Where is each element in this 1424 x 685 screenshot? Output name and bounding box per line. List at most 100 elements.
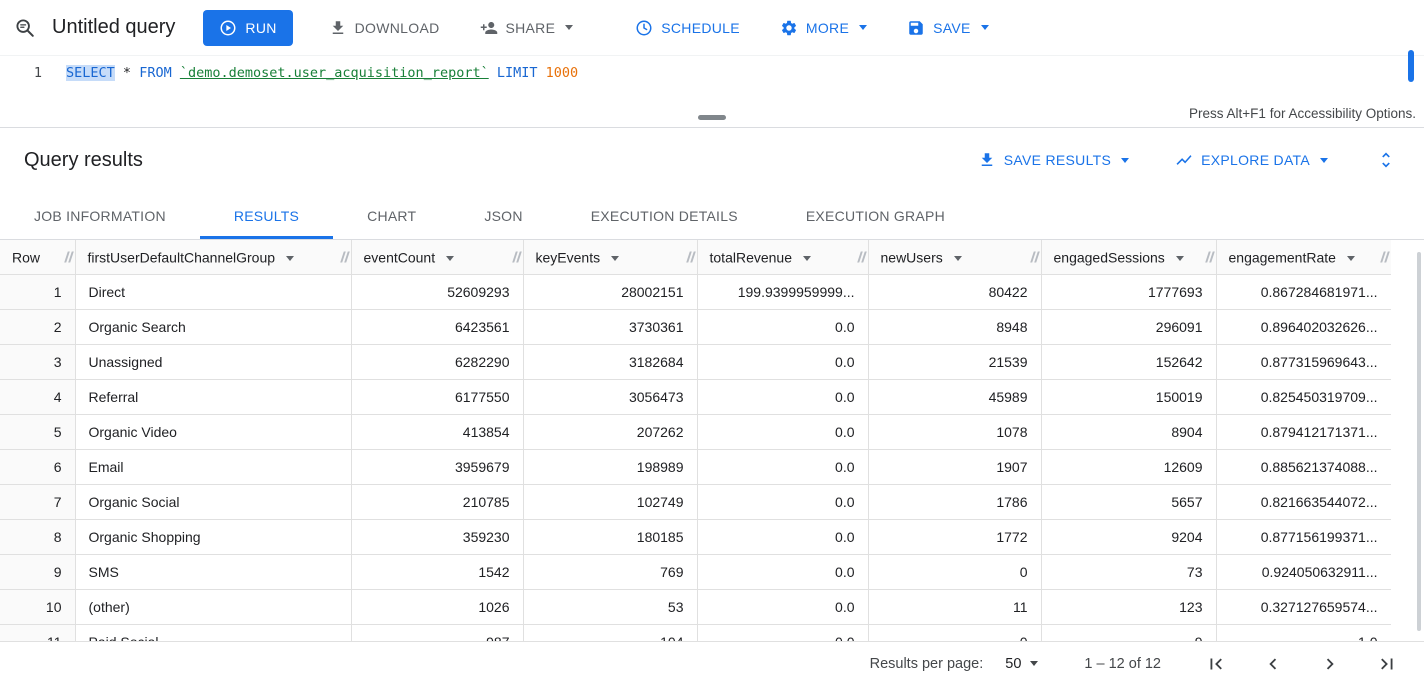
save-results-button[interactable]: SAVE RESULTS [978, 151, 1129, 169]
page-size-select[interactable]: 50 [1005, 656, 1038, 672]
column-menu-icon[interactable] [803, 256, 811, 261]
column-resize-handle[interactable] [64, 251, 73, 262]
table-cell-engagementRate: 0.825450319709... [1216, 379, 1391, 414]
column-resize-handle[interactable] [1205, 251, 1214, 262]
download-button[interactable]: DOWNLOAD [325, 10, 444, 46]
table-cell-totalRevenue: 0.0 [697, 414, 868, 449]
column-resize-handle[interactable] [1030, 251, 1039, 262]
chevron-down-icon [1121, 158, 1129, 163]
column-resize-handle[interactable] [1380, 251, 1389, 262]
table-cell-totalRevenue: 0.0 [697, 554, 868, 589]
tab-job-information[interactable]: JOB INFORMATION [0, 192, 200, 239]
table-cell-eventCount: 6423561 [351, 309, 523, 344]
tab-execution-details[interactable]: EXECUTION DETAILS [557, 192, 772, 239]
line-number: 1 [0, 63, 42, 84]
editor-scrollbar[interactable] [1408, 50, 1414, 82]
column-label: keyEvents [536, 249, 601, 265]
results-panel: RowfirstUserDefaultChannelGroupeventCoun… [0, 240, 1424, 685]
column-resize-handle[interactable] [340, 251, 349, 262]
row-number-cell: 7 [0, 484, 75, 519]
table-cell-newUsers: 0 [868, 554, 1041, 589]
table-cell-eventCount: 1542 [351, 554, 523, 589]
sql-code[interactable]: SELECT * FROM `demo.demoset.user_acquisi… [66, 63, 578, 84]
table-cell-totalRevenue: 0.0 [697, 484, 868, 519]
explore-data-button[interactable]: EXPLORE DATA [1175, 151, 1328, 169]
tab-json[interactable]: JSON [450, 192, 556, 239]
sql-star: * [123, 65, 131, 81]
column-menu-icon[interactable] [1347, 256, 1355, 261]
accessibility-hint: Press Alt+F1 for Accessibility Options. [1189, 106, 1416, 121]
chevron-down-icon [1320, 158, 1328, 163]
column-menu-icon[interactable] [446, 256, 454, 261]
run-label: RUN [245, 20, 276, 36]
table-cell-eventCount: 52609293 [351, 274, 523, 309]
table-cell-eventCount: 6177550 [351, 379, 523, 414]
table-cell-newUsers: 1772 [868, 519, 1041, 554]
table-cell-newUsers: 21539 [868, 344, 1041, 379]
column-menu-icon[interactable] [611, 256, 619, 261]
column-resize-handle[interactable] [857, 251, 866, 262]
previous-page-button[interactable] [1260, 651, 1286, 677]
column-resize-handle[interactable] [512, 251, 521, 262]
sql-editor[interactable]: 1 SELECT * FROM `demo.demoset.user_acqui… [0, 56, 1424, 128]
scrollbar-thumb[interactable] [1417, 252, 1421, 631]
chevron-down-icon [859, 25, 867, 30]
table-header-row: RowfirstUserDefaultChannelGroupeventCoun… [0, 240, 1391, 274]
results-per-page-label: Results per page: [870, 656, 984, 672]
tab-execution-graph[interactable]: EXECUTION GRAPH [772, 192, 979, 239]
table-cell-firstUserDefaultChannelGroup: Referral [75, 379, 351, 414]
run-button[interactable]: RUN [203, 10, 292, 46]
download-label: DOWNLOAD [355, 20, 440, 36]
table-row: 2Organic Search642356137303610.089482960… [0, 309, 1391, 344]
table-cell-engagementRate: 0.867284681971... [1216, 274, 1391, 309]
column-menu-icon[interactable] [1176, 256, 1184, 261]
table-cell-eventCount: 3959679 [351, 449, 523, 484]
page-size-value: 50 [1005, 656, 1021, 672]
table-cell-keyEvents: 53 [523, 589, 697, 624]
line-chart-icon [1175, 151, 1193, 169]
column-header-engagedSessions: engagedSessions [1041, 240, 1216, 274]
more-label: MORE [806, 20, 849, 36]
table-cell-engagementRate: 0.877156199371... [1216, 519, 1391, 554]
table-row: 3Unassigned628229031826840.0215391526420… [0, 344, 1391, 379]
last-page-button[interactable] [1374, 651, 1400, 677]
column-resize-handle[interactable] [686, 251, 695, 262]
table-cell-keyEvents: 769 [523, 554, 697, 589]
expand-results-button[interactable] [1374, 148, 1398, 172]
table-row: 7Organic Social2107851027490.0178656570.… [0, 484, 1391, 519]
row-number-cell: 3 [0, 344, 75, 379]
table-cell-engagedSessions: 8904 [1041, 414, 1216, 449]
column-menu-icon[interactable] [286, 256, 294, 261]
save-button[interactable]: SAVE [903, 10, 993, 46]
table-cell-engagementRate: 0.327127659574... [1216, 589, 1391, 624]
sql-code-line: 1 SELECT * FROM `demo.demoset.user_acqui… [0, 56, 1424, 84]
table-cell-totalRevenue: 0.0 [697, 449, 868, 484]
schedule-button[interactable]: SCHEDULE [631, 10, 744, 46]
row-number-cell: 1 [0, 274, 75, 309]
download-tray-icon [978, 151, 996, 169]
splitter-handle[interactable] [698, 115, 726, 120]
sql-table-ref-link[interactable]: `demo.demoset.user_acquisition_report` [180, 65, 489, 81]
table-cell-eventCount: 210785 [351, 484, 523, 519]
pagination-bar: Results per page: 50 1 – 12 of 12 [0, 641, 1424, 685]
first-page-icon [1205, 653, 1227, 675]
more-button[interactable]: MORE [776, 10, 871, 46]
table-cell-eventCount: 6282290 [351, 344, 523, 379]
table-scrollbar[interactable] [1391, 240, 1424, 641]
share-button[interactable]: SHARE [476, 10, 578, 46]
tab-chart[interactable]: CHART [333, 192, 450, 239]
table-cell-engagedSessions: 150019 [1041, 379, 1216, 414]
next-page-button[interactable] [1317, 651, 1343, 677]
column-menu-icon[interactable] [954, 256, 962, 261]
chevron-down-icon [1030, 661, 1038, 666]
table-cell-engagementRate: 0.885621374088... [1216, 449, 1391, 484]
table-cell-keyEvents: 3182684 [523, 344, 697, 379]
table-row: 9SMS15427690.00730.924050632911... [0, 554, 1391, 589]
tab-results[interactable]: RESULTS [200, 192, 333, 239]
table-row: 5Organic Video4138542072620.0107889040.8… [0, 414, 1391, 449]
table-cell-newUsers: 8948 [868, 309, 1041, 344]
first-page-button[interactable] [1203, 651, 1229, 677]
row-number-cell: 8 [0, 519, 75, 554]
schedule-label: SCHEDULE [661, 20, 740, 36]
table-row: 10(other)1026530.0111230.327127659574... [0, 589, 1391, 624]
